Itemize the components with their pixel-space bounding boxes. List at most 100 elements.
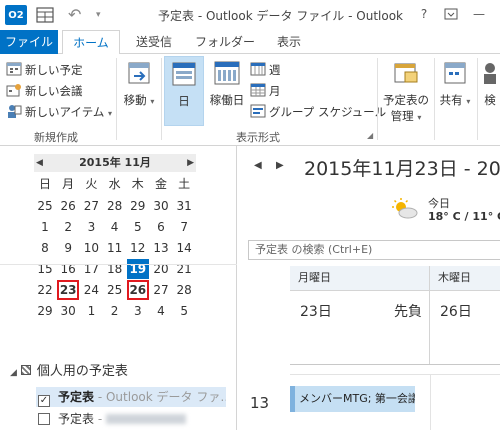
previous-day-icon[interactable]: ◀ [254, 160, 262, 171]
weekday-label: 月 [62, 177, 75, 191]
minical-day[interactable]: 30 [57, 301, 79, 321]
minical-day[interactable]: 1 [80, 301, 102, 321]
next-day-icon[interactable]: ▶ [276, 160, 284, 171]
find-button[interactable]: 検 [480, 58, 500, 108]
calendar-checkbox-unchecked[interactable] [38, 413, 50, 425]
new-items-button[interactable]: 新しいアイテム ▾ [6, 102, 112, 122]
calendar-name: 予定表 [58, 390, 95, 404]
minical-day[interactable]: 29 [127, 196, 149, 216]
minical-day[interactable]: 25 [104, 280, 126, 300]
calendar-group-my[interactable]: ◢ 個人用の予定表 [10, 360, 128, 379]
minical-day[interactable]: 27 [80, 196, 102, 216]
minical-day[interactable]: 29 [34, 301, 56, 321]
day-cell-23[interactable]: 23日 先負 [290, 291, 430, 365]
group-checkbox[interactable] [20, 365, 31, 375]
undo-icon[interactable]: ↶ [68, 5, 84, 25]
day-number: 26日 [440, 304, 472, 320]
minical-day[interactable]: 13 [150, 238, 172, 258]
minical-day[interactable]: 26 [57, 196, 79, 216]
minical-day[interactable]: 23 [57, 280, 80, 300]
minical-day[interactable]: 4 [104, 217, 126, 237]
minical-day[interactable]: 26 [126, 280, 149, 300]
minimize-button[interactable]: — [468, 3, 490, 25]
group-schedule-button[interactable]: グループ スケジュール [250, 102, 386, 122]
tab-view[interactable]: 表示 [266, 30, 312, 54]
minical-day[interactable]: 4 [150, 301, 172, 321]
divider [430, 374, 431, 430]
tab-folder[interactable]: フォルダー [192, 30, 258, 54]
minical-day[interactable]: 2 [57, 217, 79, 237]
date-navigator-header: ◀ 2015年 11月 ▶ [34, 154, 196, 172]
minical-day[interactable]: 25 [34, 196, 56, 216]
calendar-source: - Outlook データ ファ… [94, 390, 226, 404]
minical-day[interactable]: 2 [104, 301, 126, 321]
appointment-block[interactable]: メンバーMTG; 第一会議室 [290, 386, 415, 412]
minical-day[interactable]: 5 [127, 217, 149, 237]
quick-access-dropdown-icon[interactable]: ▾ [96, 5, 106, 25]
minical-day[interactable]: 31 [173, 196, 195, 216]
tab-file[interactable]: ファイル [0, 30, 58, 54]
minical-day[interactable]: 3 [127, 301, 149, 321]
collapse-triangle-icon[interactable]: ◢ [10, 368, 17, 378]
help-button[interactable]: ? [413, 3, 435, 25]
calendar-grid-icon[interactable] [36, 5, 54, 25]
day-header-thursday[interactable]: 木曜日 [430, 266, 500, 290]
week-view-button[interactable]: 週 [250, 60, 281, 80]
minical-day[interactable]: 12 [127, 238, 149, 258]
calendar-item-other[interactable]: 予定表 - [38, 409, 228, 429]
minical-day[interactable]: 16 [57, 259, 79, 279]
minical-day[interactable]: 28 [104, 196, 126, 216]
ribbon-display-icon[interactable] [440, 3, 462, 25]
tab-home[interactable]: ホーム [62, 30, 120, 55]
new-appointment-button[interactable]: 新しい予定 [6, 60, 83, 80]
outlook-app-icon[interactable]: O2 [5, 5, 27, 25]
workweek-view-button[interactable]: 稼働日 [206, 58, 248, 108]
chevron-down-icon: ▾ [150, 97, 155, 106]
new-meeting-label: 新しい会議 [25, 84, 83, 98]
share-button[interactable]: 共有 ▾ [436, 58, 474, 108]
calendar-item-outlook-data[interactable]: ✓ 予定表 - Outlook データ ファ… [36, 387, 226, 407]
workweek-view-label: 稼働日 [209, 93, 245, 107]
week-row: 29 30 1 2 3 4 5 [34, 301, 196, 321]
day-header-monday[interactable]: 月曜日 [290, 266, 430, 290]
minical-day[interactable]: 17 [80, 259, 102, 279]
minical-day[interactable]: 7 [173, 217, 195, 237]
calendar-search-input[interactable]: 予定表 の検索 (Ctrl+E) [248, 240, 500, 260]
minical-day[interactable]: 20 [150, 259, 172, 279]
day-view-button[interactable]: 日 [164, 56, 204, 126]
previous-month-icon[interactable]: ◀ [36, 154, 43, 172]
minical-day[interactable]: 24 [80, 280, 102, 300]
minical-day[interactable]: 11 [104, 238, 126, 258]
calendar-group-label: 個人用の予定表 [36, 364, 128, 379]
tab-send-receive[interactable]: 送受信 [124, 30, 184, 54]
minical-day[interactable]: 15 [34, 259, 56, 279]
week-row: 22 23 24 25 26 27 28 [34, 280, 196, 300]
minical-day[interactable]: 5 [173, 301, 195, 321]
minical-day[interactable]: 1 [34, 217, 56, 237]
group-schedule-icon [250, 103, 266, 119]
calendar-checkbox-checked[interactable]: ✓ [38, 395, 50, 407]
next-month-icon[interactable]: ▶ [187, 154, 194, 172]
minical-day[interactable]: 22 [34, 280, 56, 300]
divider [290, 364, 500, 365]
minical-day[interactable]: 9 [57, 238, 79, 258]
new-meeting-button[interactable]: 新しい会議 [6, 81, 83, 101]
minical-day[interactable]: 19 [126, 259, 149, 279]
minical-day[interactable]: 8 [34, 238, 56, 258]
redacted-text [105, 414, 186, 424]
minical-day[interactable]: 3 [80, 217, 102, 237]
minical-day[interactable]: 27 [150, 280, 172, 300]
weekday-label: 火 [85, 177, 98, 191]
dialog-launcher-icon[interactable]: ◢ [367, 131, 373, 140]
minical-day[interactable]: 30 [150, 196, 172, 216]
minical-day[interactable]: 28 [173, 280, 195, 300]
minical-day[interactable]: 6 [150, 217, 172, 237]
minical-day[interactable]: 21 [173, 259, 195, 279]
minical-day[interactable]: 14 [173, 238, 195, 258]
move-button[interactable]: 移動 ▾ [120, 58, 158, 108]
minical-day[interactable]: 18 [104, 259, 126, 279]
day-cell-26[interactable]: 26日 [430, 291, 500, 365]
manage-calendars-button[interactable]: 予定表の 管理 ▾ [381, 58, 431, 124]
minical-day[interactable]: 10 [80, 238, 102, 258]
month-view-button[interactable]: 月 [250, 81, 281, 101]
